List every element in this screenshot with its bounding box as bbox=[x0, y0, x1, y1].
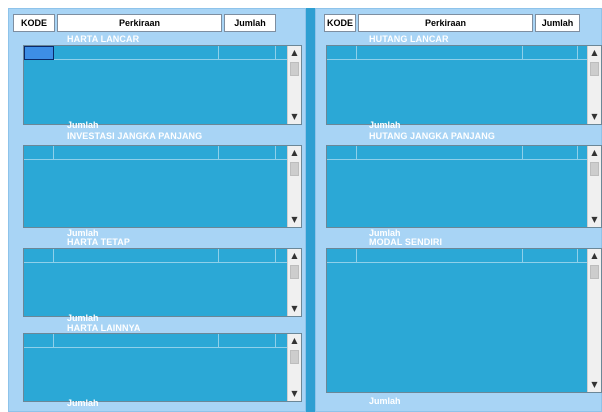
jumlah-cell[interactable] bbox=[523, 46, 578, 60]
kode-column-header[interactable]: KODE bbox=[13, 14, 55, 32]
section-title-hutang-jangka-panjang: HUTANG JANGKA PANJANG bbox=[369, 131, 495, 141]
assets-panel: KODE Perkiraan Jumlah HARTA LANCAR ▲ ▼ J… bbox=[8, 8, 306, 412]
section-title-harta-lancar: HARTA LANCAR bbox=[67, 34, 140, 44]
perkiraan-column-header[interactable]: Perkiraan bbox=[358, 14, 533, 32]
total-label-harta-tetap: Jumlah bbox=[67, 313, 99, 323]
table-row[interactable] bbox=[24, 334, 289, 348]
section-title-harta-tetap: HARTA TETAP bbox=[67, 237, 130, 247]
total-label-hutang-lancar: Jumlah bbox=[369, 120, 401, 130]
jumlah-column-header[interactable]: Jumlah bbox=[535, 14, 580, 32]
perkiraan-cell[interactable] bbox=[54, 249, 219, 263]
section-title-modal-sendiri: MODAL SENDIRI bbox=[369, 237, 443, 247]
harta-lancar-grid[interactable]: ▲ ▼ bbox=[23, 45, 302, 125]
scroll-down-icon[interactable]: ▼ bbox=[288, 302, 301, 316]
jumlah-cell[interactable] bbox=[219, 249, 276, 263]
vertical-scrollbar[interactable]: ▲ ▼ bbox=[287, 334, 301, 401]
kode-cell[interactable] bbox=[327, 46, 357, 60]
total-label-modal-sendiri: Jumlah bbox=[369, 396, 401, 406]
table-row[interactable] bbox=[327, 46, 589, 60]
perkiraan-cell[interactable] bbox=[54, 334, 219, 348]
jumlah-cell[interactable] bbox=[219, 146, 276, 160]
kode-cell[interactable] bbox=[24, 46, 54, 60]
perkiraan-column-header[interactable]: Perkiraan bbox=[57, 14, 222, 32]
jumlah-cell[interactable] bbox=[523, 146, 578, 160]
kode-column-header[interactable]: KODE bbox=[324, 14, 356, 32]
scroll-up-icon[interactable]: ▲ bbox=[588, 249, 601, 263]
vertical-scrollbar[interactable]: ▲ ▼ bbox=[287, 146, 301, 227]
scroll-thumb[interactable] bbox=[290, 265, 299, 279]
vertical-scrollbar[interactable]: ▲ ▼ bbox=[287, 249, 301, 316]
scroll-up-icon[interactable]: ▲ bbox=[588, 146, 601, 160]
vertical-scrollbar[interactable]: ▲ ▼ bbox=[287, 46, 301, 124]
scroll-up-icon[interactable]: ▲ bbox=[288, 334, 301, 348]
kode-cell[interactable] bbox=[24, 249, 54, 263]
total-label-harta-lainnya: Jumlah bbox=[67, 398, 99, 408]
kode-cell[interactable] bbox=[327, 249, 357, 263]
kode-cell[interactable] bbox=[24, 146, 54, 160]
scroll-thumb[interactable] bbox=[590, 62, 599, 76]
jumlah-cell[interactable] bbox=[523, 249, 578, 263]
vertical-scrollbar[interactable]: ▲ ▼ bbox=[587, 249, 601, 392]
scroll-thumb[interactable] bbox=[290, 350, 299, 364]
scroll-thumb[interactable] bbox=[590, 162, 599, 176]
scroll-thumb[interactable] bbox=[290, 162, 299, 176]
perkiraan-cell[interactable] bbox=[357, 146, 523, 160]
section-title-investasi: INVESTASI JANGKA PANJANG bbox=[67, 131, 203, 141]
scroll-up-icon[interactable]: ▲ bbox=[588, 46, 601, 60]
modal-sendiri-grid[interactable]: ▲ ▼ bbox=[326, 248, 602, 393]
scroll-down-icon[interactable]: ▼ bbox=[588, 213, 601, 227]
scroll-thumb[interactable] bbox=[590, 265, 599, 279]
hutang-lancar-grid[interactable]: ▲ ▼ bbox=[326, 45, 602, 125]
investasi-grid[interactable]: ▲ ▼ bbox=[23, 145, 302, 228]
panel-divider bbox=[306, 8, 315, 412]
section-title-hutang-lancar: HUTANG LANCAR bbox=[369, 34, 449, 44]
table-row[interactable] bbox=[327, 146, 589, 160]
scroll-down-icon[interactable]: ▼ bbox=[288, 110, 301, 124]
vertical-scrollbar[interactable]: ▲ ▼ bbox=[587, 146, 601, 227]
table-row[interactable] bbox=[24, 249, 289, 263]
harta-tetap-grid[interactable]: ▲ ▼ bbox=[23, 248, 302, 317]
table-row[interactable] bbox=[24, 46, 289, 60]
liabilities-panel: KODE Perkiraan Jumlah HUTANG LANCAR ▲ ▼ … bbox=[315, 8, 602, 412]
perkiraan-cell[interactable] bbox=[357, 46, 523, 60]
scroll-up-icon[interactable]: ▲ bbox=[288, 46, 301, 60]
hutang-jangka-panjang-grid[interactable]: ▲ ▼ bbox=[326, 145, 602, 228]
scroll-down-icon[interactable]: ▼ bbox=[588, 378, 601, 392]
section-title-harta-lainnya: HARTA LAINNYA bbox=[67, 323, 141, 333]
scroll-thumb[interactable] bbox=[290, 62, 299, 76]
scroll-up-icon[interactable]: ▲ bbox=[288, 146, 301, 160]
table-row[interactable] bbox=[327, 249, 589, 263]
kode-cell[interactable] bbox=[327, 146, 357, 160]
jumlah-cell[interactable] bbox=[219, 334, 276, 348]
perkiraan-cell[interactable] bbox=[357, 249, 523, 263]
harta-lainnya-grid[interactable]: ▲ ▼ bbox=[23, 333, 302, 402]
perkiraan-cell[interactable] bbox=[54, 146, 219, 160]
perkiraan-cell[interactable] bbox=[54, 46, 219, 60]
scroll-down-icon[interactable]: ▼ bbox=[288, 213, 301, 227]
kode-cell[interactable] bbox=[24, 334, 54, 348]
scroll-down-icon[interactable]: ▼ bbox=[288, 387, 301, 401]
jumlah-column-header[interactable]: Jumlah bbox=[224, 14, 276, 32]
scroll-down-icon[interactable]: ▼ bbox=[588, 110, 601, 124]
total-label-harta-lancar: Jumlah bbox=[67, 120, 99, 130]
table-row[interactable] bbox=[24, 146, 289, 160]
vertical-scrollbar[interactable]: ▲ ▼ bbox=[587, 46, 601, 124]
jumlah-cell[interactable] bbox=[219, 46, 276, 60]
scroll-up-icon[interactable]: ▲ bbox=[288, 249, 301, 263]
